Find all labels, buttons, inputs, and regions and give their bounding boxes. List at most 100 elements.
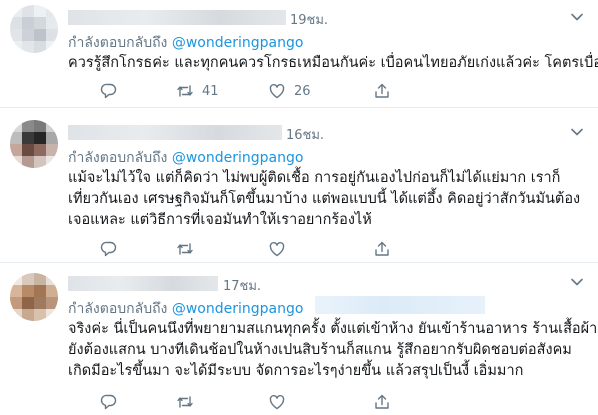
redacted-username[interactable] [68,125,282,140]
avatar-pixel [34,132,46,144]
retweet-icon [177,396,193,408]
avatar-pixel [34,285,46,297]
retweet-icon [177,243,193,255]
chevron-down-icon[interactable] [570,10,584,24]
share-icon [375,394,389,409]
tweet-actions: 41 26 [68,82,588,102]
redacted-mention[interactable] [315,296,485,314]
avatar-pixel [46,132,58,144]
tweet-text-line: เกิดมีอะไรขึ้นมา จะได้มีระบบ จัดการอะไรๆ… [68,363,524,379]
avatar-pixel [46,297,58,309]
avatar-pixel [22,273,34,285]
redacted-username[interactable] [68,276,218,291]
tweet-text: จริงค่ะ นี่เป็นคนนึงที่พยายามสแกนทุกครั้… [68,319,598,382]
share-button[interactable] [373,393,391,411]
avatar-pixel [34,17,46,29]
avatar-pixel [10,285,22,297]
retweet-button[interactable]: 41 [176,82,219,100]
retweet-count: 41 [202,83,219,99]
avatar[interactable] [10,5,58,53]
mention-link[interactable]: @wonderingpango [172,35,304,51]
avatar-pixel [34,120,46,132]
avatar-pixel [10,132,22,144]
reply-button[interactable] [100,240,118,258]
retweet-button[interactable] [176,393,202,411]
avatar-pixel [34,156,46,168]
avatar-pixel [22,297,34,309]
avatar-pixel [22,5,34,17]
tweet-timestamp[interactable]: 19ชม. [290,9,328,30]
avatar-pixel [34,41,46,53]
avatar-pixel [34,5,46,17]
avatar-pixel [46,273,58,285]
tweet-reply[interactable]: 16ชม. กำลังตอบกลับถึง @wonderingpango แม… [0,107,598,262]
avatar[interactable] [10,273,58,321]
mention-link[interactable]: @wonderingpango [172,150,304,166]
avatar-pixel [10,17,22,29]
avatar-pixel [34,309,46,321]
avatar-pixel [10,156,22,168]
avatar-pixel [22,144,34,156]
avatar-pixel [22,309,34,321]
share-button[interactable] [373,82,391,100]
avatar-pixel [46,5,58,17]
avatar-pixel [46,309,58,321]
avatar-pixel [46,17,58,29]
tweet-text-line: แม้จะไม่ไว้ใจ แต่ก็คิดว่า ไม่พบผู้ติดเชื… [68,170,561,186]
chevron-down-icon[interactable] [570,275,584,289]
avatar[interactable] [10,120,58,168]
avatar-pixel [10,5,22,17]
avatar-pixel [46,285,58,297]
tweet-text-line: ยังต้องแสกน บางทีเดินช้อปในห้างเปนสิบร้า… [68,342,572,358]
avatar-pixel [46,144,58,156]
heart-icon [269,241,285,257]
avatar-pixel [10,41,22,53]
like-count: 26 [294,83,311,99]
retweet-icon [177,85,193,97]
avatar-pixel [46,29,58,41]
tweet-reply[interactable]: 19ชม. กำลังตอบกลับถึง @wonderingpango คว… [0,0,598,107]
mention-link[interactable]: @wonderingpango [172,301,304,317]
reply-button[interactable] [100,393,118,411]
avatar-pixel [46,41,58,53]
replying-to-label: กำลังตอบกลับถึง [68,301,168,317]
tweet-text-line: จริงค่ะ นี่เป็นคนนึงที่พยายามสแกนทุกครั้… [68,321,598,337]
retweet-button[interactable] [176,240,202,258]
tweet-actions [68,393,588,413]
replying-to: กำลังตอบกลับถึง @wonderingpango [68,298,303,320]
share-icon [375,83,389,98]
avatar-pixel [22,156,34,168]
reply-icon [100,241,117,257]
reply-icon [100,394,117,410]
avatar-pixel [34,29,46,41]
avatar-pixel [10,29,22,41]
tweet-text-line: เที่ยวกันเอง เศรษฐกิจมันก็โตขึ้นมาบ้าง แ… [68,191,581,207]
avatar-pixel [22,120,34,132]
like-button[interactable]: 26 [268,82,311,100]
tweet-text: ควรรู้สึกโกรธค่ะ และทุกคนควรโกรธเหมือนกั… [68,53,598,74]
chevron-down-icon[interactable] [570,125,584,139]
avatar-pixel [10,309,22,321]
reply-icon [100,83,117,99]
avatar-pixel [10,144,22,156]
avatar-pixel [10,120,22,132]
tweet-reply[interactable]: 17ชม. กำลังตอบกลับถึง @wonderingpango จร… [0,262,598,415]
share-icon [375,241,389,256]
replying-to: กำลังตอบกลับถึง @wonderingpango [68,32,303,54]
like-button[interactable] [268,240,294,258]
tweet-timestamp[interactable]: 16ชม. [286,124,324,145]
tweet-actions [68,240,588,260]
reply-button[interactable] [100,82,118,100]
like-button[interactable] [268,393,294,411]
tweet-text: แม้จะไม่ไว้ใจ แต่ก็คิดว่า ไม่พบผู้ติดเชื… [68,168,588,231]
replying-to: กำลังตอบกลับถึง @wonderingpango [68,147,303,169]
avatar-pixel [22,17,34,29]
avatar-pixel [22,41,34,53]
avatar-pixel [46,156,58,168]
share-button[interactable] [373,240,391,258]
avatar-pixel [46,120,58,132]
tweet-timestamp[interactable]: 17ชม. [223,275,261,296]
avatar-pixel [22,285,34,297]
redacted-username[interactable] [68,10,286,25]
avatar-pixel [34,144,46,156]
